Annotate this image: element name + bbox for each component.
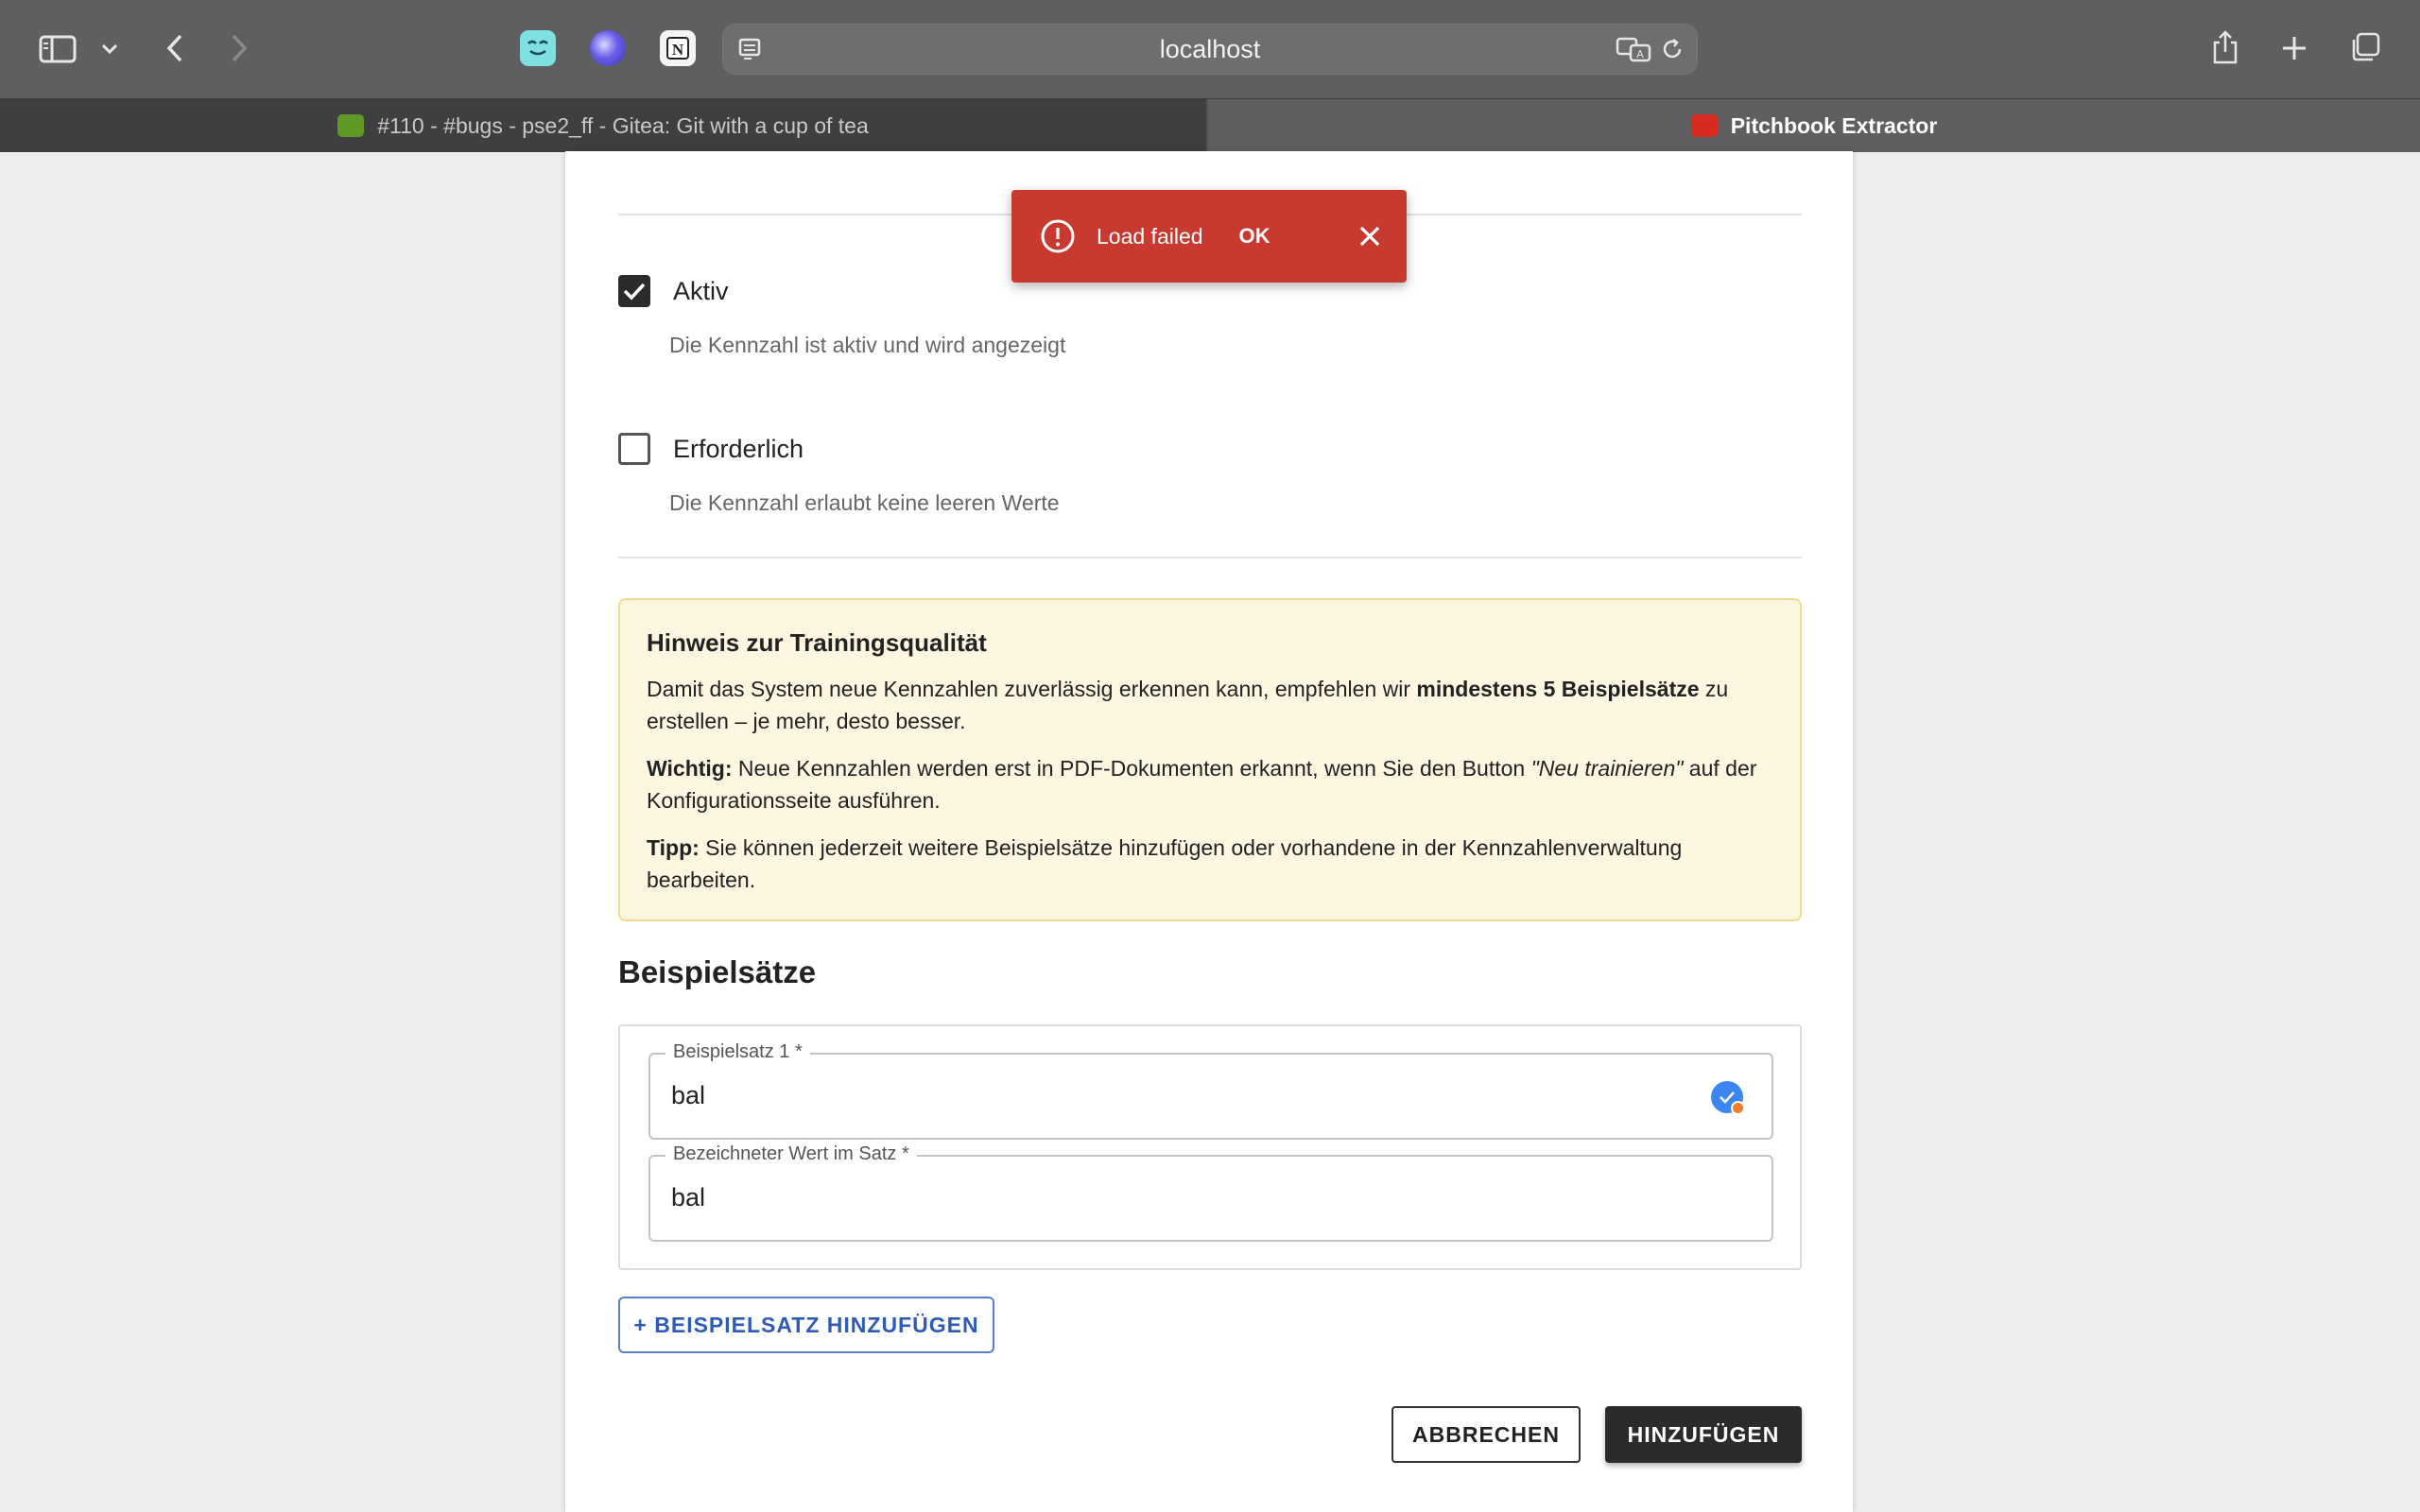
required-label: Erforderlich	[673, 434, 804, 463]
hint-title: Hinweis zur Trainingsqualität	[647, 628, 987, 657]
field-label: Beispielsatz 1 *	[666, 1041, 810, 1063]
required-checkbox[interactable]	[618, 433, 650, 465]
translate-page-icon[interactable]: A	[1615, 34, 1652, 64]
active-label: Aktiv	[673, 276, 729, 305]
divider	[618, 557, 1802, 558]
reload-icon[interactable]	[1658, 35, 1686, 63]
tab-pitchbook-extractor[interactable]: Pitchbook Extractor	[1208, 99, 2420, 152]
extension-translate-icon[interactable]	[520, 30, 556, 66]
tab-overview-icon[interactable]	[2348, 30, 2382, 64]
labeled-value-input[interactable]: bal	[671, 1183, 705, 1212]
pitchbook-logo-icon	[1690, 114, 1718, 137]
submit-button[interactable]: HINZUFÜGEN	[1605, 1406, 1802, 1463]
chevron-down-icon[interactable]	[98, 38, 121, 60]
grammar-check-icon[interactable]	[1711, 1081, 1745, 1115]
extension-notion-icon[interactable]: N	[660, 30, 696, 66]
error-icon	[1041, 219, 1075, 253]
required-checkbox-row[interactable]: Erforderlich	[618, 433, 804, 465]
close-icon[interactable]	[1357, 224, 1382, 253]
examples-section-title: Beispielsätze	[618, 954, 817, 989]
example-sentence-card: Beispielsatz 1 * bal Bezeichneter Wert i…	[618, 1024, 1802, 1270]
svg-text:A: A	[1636, 48, 1644, 60]
active-checkbox-row[interactable]: Aktiv	[618, 275, 729, 307]
tab-title: Pitchbook Extractor	[1730, 112, 1938, 138]
error-snackbar: Load failed OK	[1011, 190, 1407, 283]
forward-icon[interactable]	[225, 30, 253, 66]
hint-paragraph-1: Damit das System neue Kennzahlen zuverlä…	[647, 677, 1729, 733]
cancel-button[interactable]: ABBRECHEN	[1392, 1406, 1581, 1463]
address-bar[interactable]: localhost A	[722, 24, 1698, 75]
checkmark-icon	[623, 283, 646, 301]
add-example-button[interactable]: + BEISPIELSATZ HINZUFÜGEN	[618, 1297, 994, 1353]
example-sentence-field[interactable]: Beispielsatz 1 * bal	[648, 1041, 1773, 1140]
labeled-value-field[interactable]: Bezeichneter Wert im Satz * bal	[648, 1143, 1773, 1242]
snackbar-ok-button[interactable]: OK	[1239, 224, 1270, 249]
active-help-text: Die Kennzahl ist aktiv und wird angezeig…	[669, 333, 1066, 357]
snackbar-message: Load failed	[1097, 223, 1203, 249]
extension-firefox-icon[interactable]	[590, 30, 626, 66]
back-icon[interactable]	[161, 30, 189, 66]
training-quality-hint: Hinweis zur Trainingsqualität Damit das …	[618, 598, 1802, 921]
active-checkbox[interactable]	[618, 275, 650, 307]
sidebar-toggle-icon[interactable]	[36, 32, 79, 66]
new-tab-icon[interactable]	[2278, 32, 2310, 64]
tab-title: #110 - #bugs - pse2_ff - Gitea: Git with…	[377, 112, 869, 138]
address-url: localhost	[1159, 35, 1261, 63]
svg-text:N: N	[672, 41, 684, 59]
gitea-icon	[337, 114, 365, 137]
hint-paragraph-2: Wichtig: Neue Kennzahlen werden erst in …	[647, 756, 1757, 813]
field-label: Bezeichneter Wert im Satz *	[666, 1143, 917, 1165]
required-help-text: Die Kennzahl erlaubt keine leeren Werte	[669, 490, 1060, 515]
tab-bar: #110 - #bugs - pse2_ff - Gitea: Git with…	[0, 98, 2420, 152]
example-sentence-input[interactable]: bal	[671, 1081, 705, 1110]
share-icon[interactable]	[2208, 26, 2242, 68]
tab-gitea[interactable]: #110 - #bugs - pse2_ff - Gitea: Git with…	[0, 99, 1206, 152]
browser-toolbar: N localhost A	[0, 0, 2420, 98]
hint-paragraph-3: Tipp: Sie können jederzeit weitere Beisp…	[647, 835, 1683, 892]
